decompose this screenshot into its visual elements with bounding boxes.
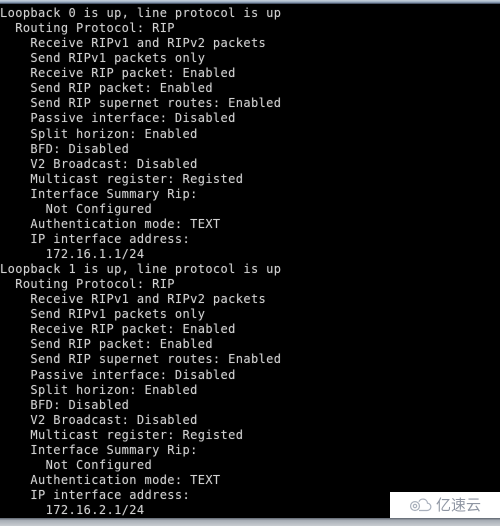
watermark: 亿速云 [390, 492, 500, 518]
console-output-text: Loopback 0 is up, line protocol is up Ro… [0, 6, 282, 518]
terminal-console[interactable]: Loopback 0 is up, line protocol is up Ro… [0, 4, 500, 518]
window-bottom-border [0, 518, 500, 526]
cloud-icon [409, 498, 432, 512]
watermark-text: 亿速云 [435, 495, 481, 514]
screenshot-root: Loopback 0 is up, line protocol is up Ro… [0, 0, 500, 526]
